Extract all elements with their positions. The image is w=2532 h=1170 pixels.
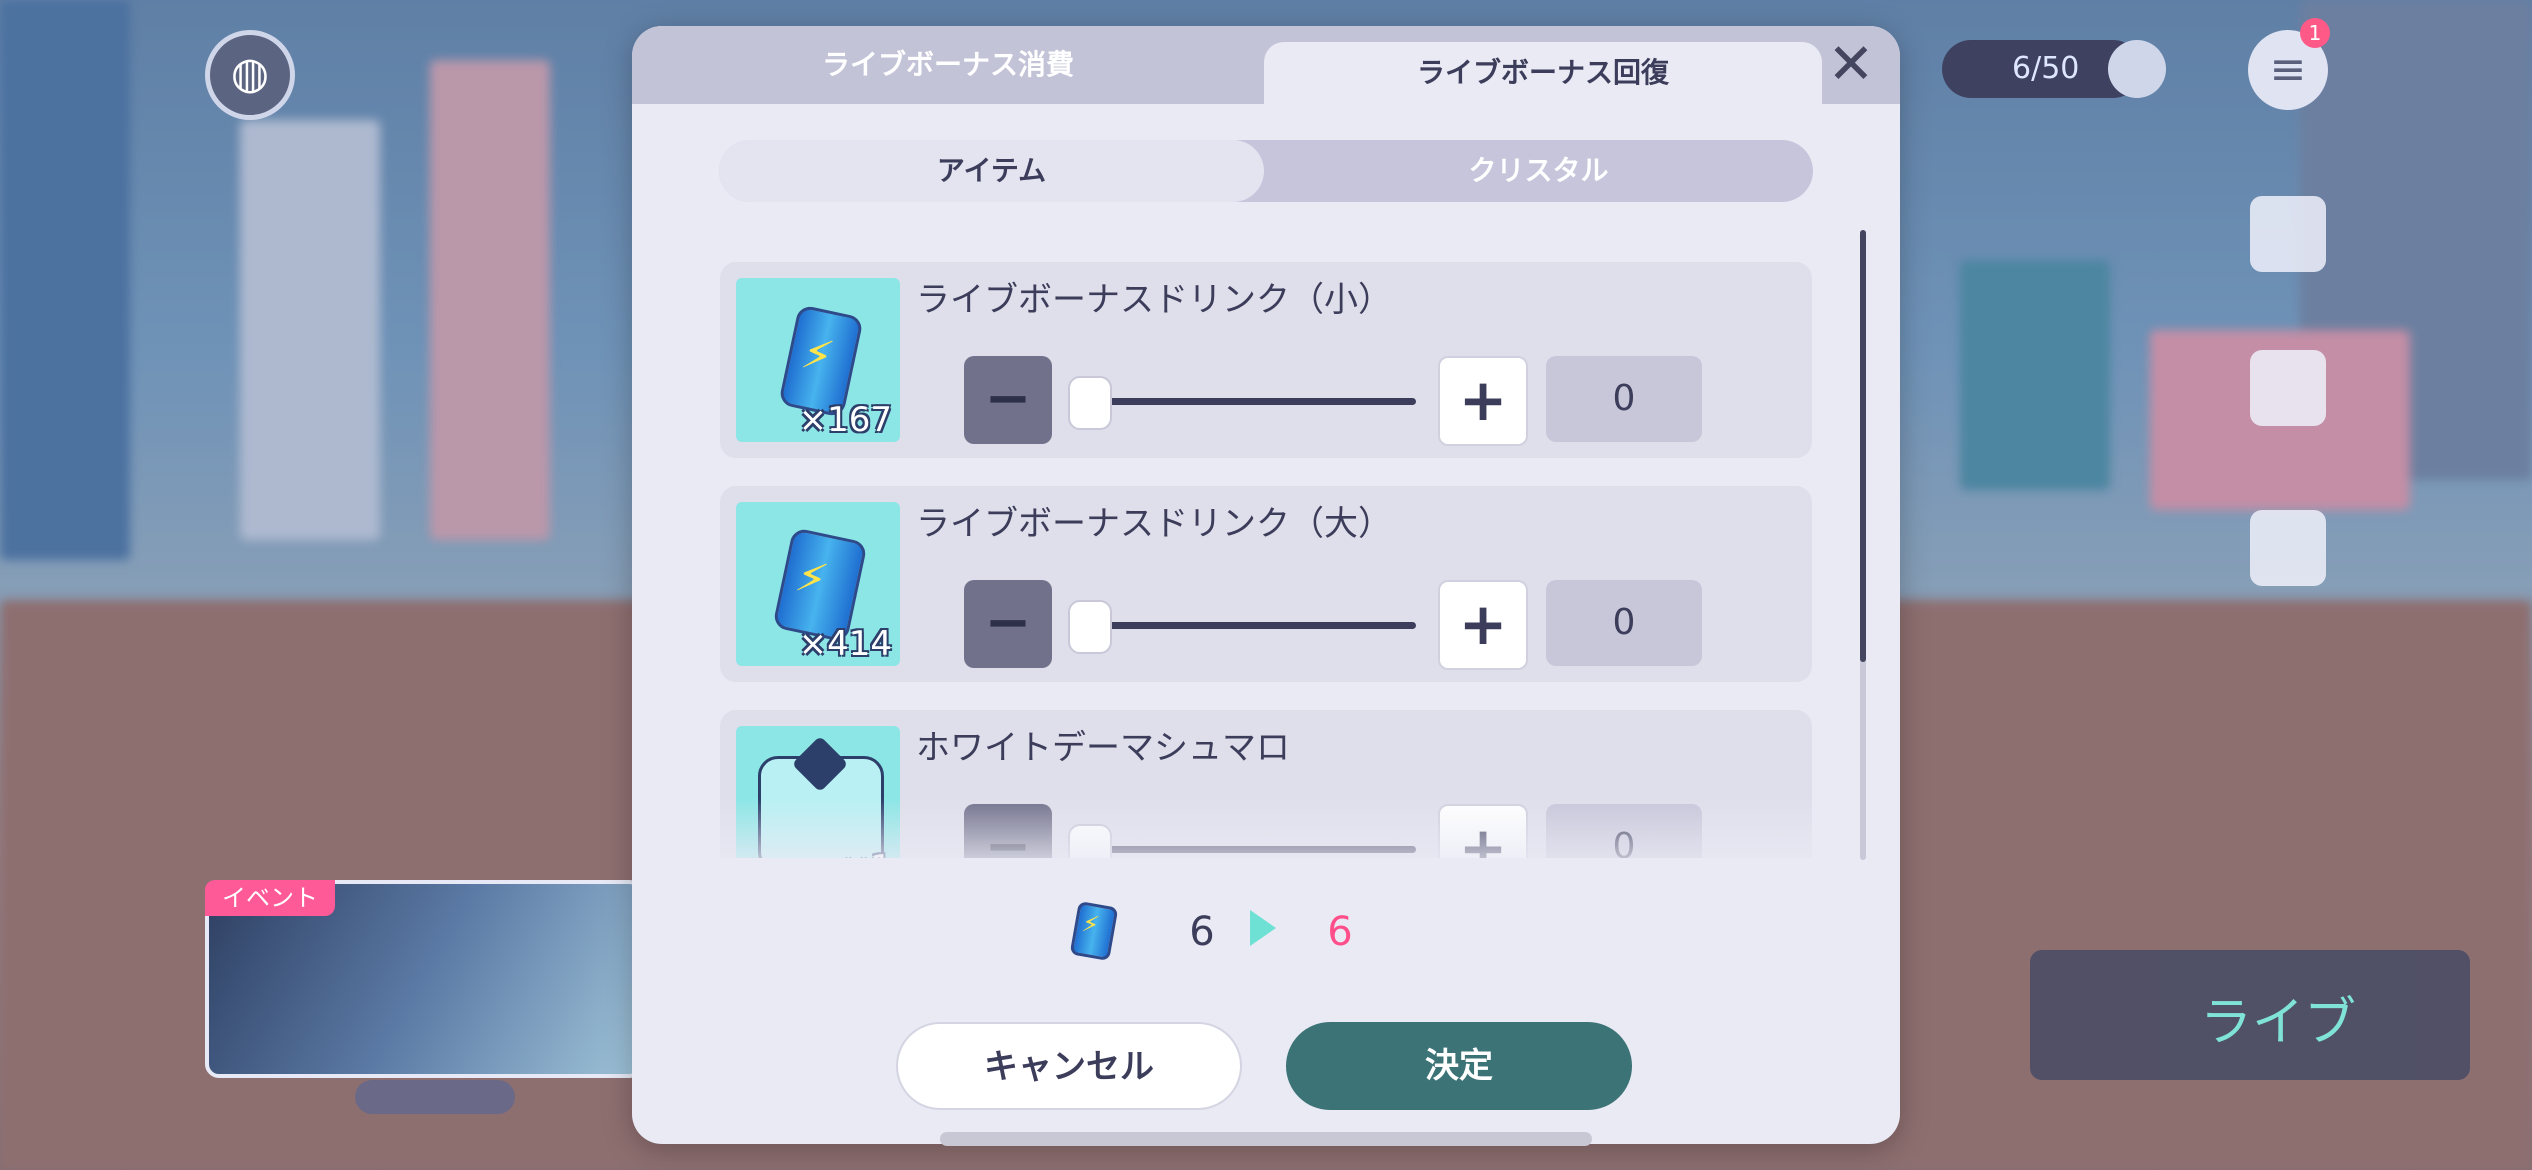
item-name: ライブボーナスドリンク（大） — [916, 504, 1392, 544]
decrement-button[interactable]: − — [964, 580, 1052, 668]
item-quantity: ×414 — [798, 624, 892, 664]
drink-large-icon: ×414 — [736, 502, 900, 666]
increment-button[interactable]: + — [1438, 580, 1528, 670]
live-bonus-before: 6 — [1189, 909, 1215, 955]
globe-icon: ◍ — [230, 48, 270, 99]
list-scrollbar-thumb[interactable] — [1860, 230, 1866, 662]
list-item: ×414 ライブボーナスドリンク（大） − + 0 — [720, 486, 1812, 682]
use-count: 0 — [1546, 580, 1702, 666]
hamburger-icon: ≡ — [2269, 44, 2307, 95]
mission-icon[interactable] — [2250, 350, 2326, 426]
list-item: ×167 ライブボーナスドリンク（小） − + 0 — [720, 262, 1812, 458]
item-list[interactable]: ×167 ライブボーナスドリンク（小） − + 0 ×414 ライブボーナスドリ… — [720, 262, 1812, 858]
increment-button[interactable]: + — [1438, 356, 1528, 446]
item-quantity: ×167 — [798, 400, 892, 440]
banner-pagination — [355, 1080, 515, 1114]
modal-tabs: ライブボーナス消費 ライブボーナス回復 ✕ — [632, 26, 1900, 104]
notification-badge: 1 — [2300, 18, 2330, 48]
amount-slider-handle[interactable] — [1068, 600, 1112, 654]
arrow-right-icon — [1250, 910, 1276, 946]
amount-slider-track[interactable] — [1078, 622, 1416, 629]
item-name: ホワイトデーマシュマロ — [916, 728, 1290, 768]
segment-item[interactable]: アイテム — [719, 140, 1264, 202]
item-name: ライブボーナスドリンク（小） — [916, 280, 1392, 320]
live-bonus-after: 6 — [1327, 909, 1353, 955]
live-bonus-modal: ライブボーナス消費 ライブボーナス回復 ✕ アイテム クリスタル ×167 ライ… — [632, 26, 1900, 1144]
energy-value: 6/50 — [2012, 51, 2080, 86]
settings-gear-icon[interactable] — [2108, 40, 2166, 98]
confirm-button[interactable]: 決定 — [1286, 1022, 1632, 1110]
drink-small-icon: ×167 — [736, 278, 900, 442]
cancel-button[interactable]: キャンセル — [896, 1022, 1242, 1110]
gift-icon[interactable] — [2250, 196, 2326, 272]
amount-slider-handle[interactable] — [1068, 376, 1112, 430]
friends-icon[interactable] — [2250, 510, 2326, 586]
event-tag: イベント — [205, 880, 335, 916]
live-bonus-drink-icon — [1069, 900, 1119, 962]
tab-live-bonus-recover[interactable]: ライブボーナス回復 — [1264, 42, 1822, 104]
list-fade — [720, 798, 1812, 858]
segment-crystal[interactable]: クリスタル — [1264, 140, 1813, 202]
live-label: ライブ — [2200, 993, 2357, 1053]
decrement-button[interactable]: − — [964, 356, 1052, 444]
home-indicator — [940, 1132, 1592, 1146]
recover-method-toggle: アイテム クリスタル — [719, 140, 1813, 202]
live-button[interactable]: ライブ — [2030, 950, 2470, 1080]
amount-slider-track[interactable] — [1078, 398, 1416, 405]
use-count: 0 — [1546, 356, 1702, 442]
close-icon[interactable]: ✕ — [1822, 36, 1880, 94]
tab-live-bonus-consume[interactable]: ライブボーナス消費 — [632, 26, 1264, 104]
world-map-button[interactable]: ◍ — [205, 30, 295, 120]
